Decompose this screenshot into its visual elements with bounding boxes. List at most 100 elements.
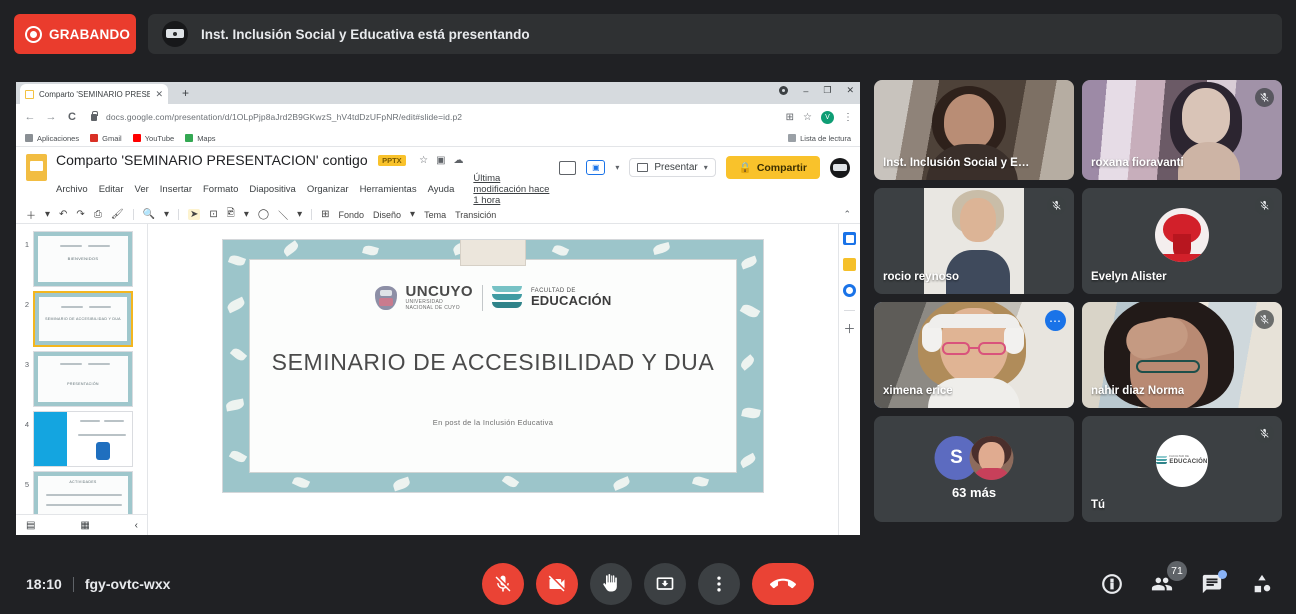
add-slide-icon[interactable]: ＋ <box>26 207 36 222</box>
bookmark-star-icon[interactable]: ☆ <box>803 112 812 123</box>
zoom-icon[interactable]: 🔍 <box>143 209 155 220</box>
address-bar[interactable]: docs.google.com/presentation/d/1OLpPjp8a… <box>106 112 777 122</box>
paint-format-icon[interactable]: 🖌 <box>111 209 124 220</box>
undo-icon[interactable]: ↶ <box>59 209 67 220</box>
slide-canvas[interactable]: UNCUYO UNIVERSIDAD NACIONAL DE CUYO FACU… <box>148 224 838 535</box>
select-icon[interactable]: ➤ <box>188 209 201 220</box>
add-addon-icon[interactable]: ＋ <box>843 323 855 335</box>
current-slide[interactable]: UNCUYO UNIVERSIDAD NACIONAL DE CUYO FACU… <box>223 240 763 492</box>
slide-filmstrip[interactable]: 1 BIENVENIDOS 2 SEMINARIO DE ACCESIBILID… <box>16 224 148 535</box>
participant-tile-roxana-fioravanti[interactable]: roxana fioravanti <box>1082 80 1282 180</box>
menu-editar[interactable]: Editar <box>99 184 124 195</box>
minimize-button[interactable]: – <box>803 86 808 96</box>
participant-tile-inst-inclusion[interactable]: Inst. Inclusión Social y E… <box>874 80 1074 180</box>
menu-archivo[interactable]: Archivo <box>56 184 88 195</box>
toolbar-transicion[interactable]: Transición <box>455 210 496 220</box>
meeting-details-button[interactable] <box>1100 572 1124 596</box>
add-slide-chevron-icon[interactable]: ▾ <box>45 209 50 220</box>
microphone-off-button[interactable] <box>482 563 524 605</box>
install-app-icon[interactable]: ⊞ <box>786 112 794 123</box>
present-chevron-down-icon[interactable]: ▾ <box>704 163 708 172</box>
print-icon[interactable]: ⎙ <box>94 209 102 220</box>
chrome-menu-icon[interactable]: ⋮ <box>843 112 853 123</box>
recording-indicator[interactable]: GRABANDO <box>14 14 136 54</box>
camera-off-button[interactable] <box>536 563 578 605</box>
cloud-status-icon[interactable]: ☁ <box>454 155 464 166</box>
menu-ver[interactable]: Ver <box>135 184 149 195</box>
insert-comment-icon[interactable]: ⊞ <box>321 209 329 220</box>
filmstrip-slide-3[interactable]: 3 PRESENTACIÓN <box>16 349 147 409</box>
raise-hand-button[interactable] <box>590 563 632 605</box>
add-comment-icon[interactable]: ▣ <box>586 160 606 175</box>
account-avatar[interactable] <box>830 157 850 178</box>
filmstrip-view-icon[interactable]: ▤ <box>26 520 35 531</box>
presenting-banner[interactable]: Inst. Inclusión Social y Educativa está … <box>148 14 1282 54</box>
maximize-button[interactable]: ❐ <box>823 85 831 96</box>
chevron-down-icon[interactable]: ▾ <box>615 163 619 172</box>
insert-image-chevron-icon[interactable]: ▾ <box>244 209 249 220</box>
present-button[interactable]: Presentar ▾ <box>629 158 716 177</box>
participants-button[interactable]: 71 <box>1150 561 1187 596</box>
text-box-icon[interactable]: ⊡ <box>209 209 217 220</box>
calendar-icon[interactable] <box>843 232 856 245</box>
comment-history-icon[interactable] <box>559 160 577 175</box>
filmstrip-slide-2[interactable]: 2 SEMINARIO DE ACCESIBILIDAD Y DUA <box>16 289 147 349</box>
toolbar-diseno[interactable]: Diseño <box>373 210 401 220</box>
last-modified-label[interactable]: Última modificación hace 1 hora <box>473 173 550 206</box>
keep-icon[interactable] <box>843 258 856 271</box>
redo-icon[interactable]: ↷ <box>76 209 84 220</box>
move-to-folder-icon[interactable]: ▣ <box>436 155 445 166</box>
menu-organizar[interactable]: Organizar <box>307 184 349 195</box>
bookmark-maps[interactable]: Maps <box>185 134 216 143</box>
toolbar-fondo[interactable]: Fondo <box>338 210 364 220</box>
line-icon[interactable]: ＼ <box>278 207 288 222</box>
zoom-chevron-icon[interactable]: ▾ <box>164 209 169 220</box>
back-icon[interactable]: ← <box>24 111 36 123</box>
share-button[interactable]: 🔒 Compartir <box>725 156 820 179</box>
collapse-toolbar-icon[interactable]: ⌃ <box>843 209 851 220</box>
participant-tile-nahir-diaz-norma[interactable]: nahir diaz Norma <box>1082 302 1282 408</box>
browser-tab[interactable]: Comparto 'SEMINARIO PRESEN ✕ <box>20 84 168 104</box>
toolbar-tema[interactable]: Tema <box>424 210 446 220</box>
bookmark-apps[interactable]: Aplicaciones <box>25 134 79 143</box>
filmstrip-slide-1[interactable]: 1 BIENVENIDOS <box>16 229 147 289</box>
menu-diapositiva[interactable]: Diapositiva <box>249 184 295 195</box>
participant-tile-overflow[interactable]: S 63 más <box>874 416 1074 522</box>
participant-tile-evelyn-alister[interactable]: Evelyn Alister <box>1082 188 1282 294</box>
new-tab-button[interactable]: + <box>182 86 189 100</box>
tasks-icon[interactable] <box>843 284 856 297</box>
shape-icon[interactable]: ◯ <box>258 209 269 220</box>
reload-icon[interactable]: C <box>66 111 78 123</box>
menu-ayuda[interactable]: Ayuda <box>428 184 455 195</box>
shared-screen-region[interactable]: Comparto 'SEMINARIO PRESEN ✕ + – ❐ ✕ ← →… <box>16 82 860 535</box>
more-options-icon[interactable]: ⋯ <box>1045 310 1066 331</box>
bookmark-youtube[interactable]: YouTube <box>132 134 174 143</box>
bookmark-gmail[interactable]: Gmail <box>90 134 122 143</box>
menu-herramientas[interactable]: Herramientas <box>360 184 417 195</box>
collapse-icon[interactable]: ‹ <box>135 520 138 531</box>
reading-list-button[interactable]: Lista de lectura <box>788 134 851 143</box>
menu-insertar[interactable]: Insertar <box>160 184 192 195</box>
chat-button[interactable] <box>1200 570 1227 596</box>
grid-view-icon[interactable]: ▦ <box>80 520 89 531</box>
diseno-chevron-icon[interactable]: ▾ <box>410 209 415 220</box>
activities-button[interactable] <box>1250 572 1274 596</box>
present-screen-button[interactable] <box>644 563 686 605</box>
participant-tile-you[interactable]: FACULTAD DE EDUCACIÓN Tú <box>1082 416 1282 522</box>
end-call-button[interactable] <box>752 563 814 605</box>
menu-formato[interactable]: Formato <box>203 184 238 195</box>
line-chevron-icon[interactable]: ▾ <box>297 209 302 220</box>
participant-tile-rocio-reynoso[interactable]: rocio reynoso <box>874 188 1074 294</box>
close-tab-icon[interactable]: ✕ <box>155 89 163 100</box>
insert-image-icon[interactable]: 🖻 <box>227 206 235 223</box>
forward-icon[interactable]: → <box>45 111 57 123</box>
participant-tile-ximena-erice[interactable]: ⋯ ximena erice <box>874 302 1074 408</box>
more-options-button[interactable] <box>698 563 740 605</box>
document-title[interactable]: Comparto 'SEMINARIO PRESENTACION' contig… <box>56 152 368 168</box>
close-window-button[interactable]: ✕ <box>846 85 854 96</box>
gear-icon[interactable] <box>779 86 789 95</box>
star-icon[interactable]: ☆ <box>419 155 428 166</box>
filmstrip-slide-4[interactable]: 4 Cronograma <box>16 409 147 469</box>
format-badge: PPTX <box>378 155 406 166</box>
profile-avatar[interactable]: V <box>821 110 834 124</box>
